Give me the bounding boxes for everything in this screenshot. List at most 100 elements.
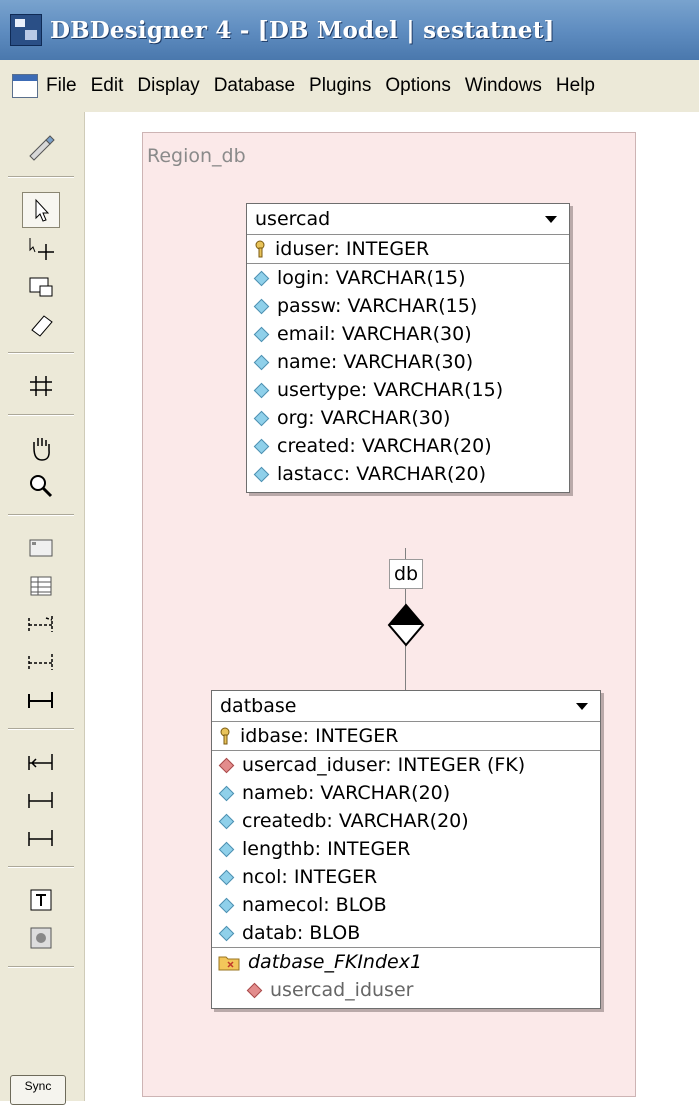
- window-title: DBDesigner 4 - [DB Model | sestatnet]: [50, 16, 555, 44]
- column-label: login: VARCHAR(15): [277, 267, 466, 289]
- column-label: ncol: INTEGER: [242, 866, 378, 888]
- column-row[interactable]: namecol: BLOB: [212, 891, 600, 919]
- eraser-icon[interactable]: [22, 306, 60, 342]
- column-row[interactable]: lastacc: VARCHAR(20): [247, 460, 569, 488]
- toolbar-separator: [8, 414, 74, 416]
- table-usercad[interactable]: usercad iduser: INTEGER login: VARCHAR(1…: [246, 203, 570, 493]
- column-row[interactable]: nameb: VARCHAR(20): [212, 779, 600, 807]
- document-icon[interactable]: [12, 74, 38, 98]
- index-column-row[interactable]: usercad_iduser: [212, 976, 600, 1004]
- columns-section: login: VARCHAR(15) passw: VARCHAR(15) em…: [247, 264, 569, 492]
- column-diamond-icon: [253, 270, 270, 286]
- resize-icon[interactable]: [22, 268, 60, 304]
- relation-diamond-icon: [387, 603, 425, 647]
- table-header[interactable]: datbase: [212, 691, 600, 722]
- toolbar-separator: [8, 866, 74, 868]
- app-icon[interactable]: [10, 14, 42, 46]
- column-row[interactable]: login: VARCHAR(15): [247, 264, 569, 292]
- menu-windows[interactable]: Windows: [465, 75, 542, 97]
- column-label: datab: BLOB: [242, 922, 361, 944]
- column-diamond-icon: [218, 813, 235, 829]
- dropdown-arrow-icon[interactable]: [545, 215, 557, 223]
- zoom-icon[interactable]: [22, 468, 60, 504]
- toolbar-separator: [8, 728, 74, 730]
- toolbar-separator: [8, 352, 74, 354]
- column-diamond-icon: [218, 925, 235, 941]
- table-header[interactable]: usercad: [247, 204, 569, 235]
- relation-1n-sub-icon[interactable]: [22, 644, 60, 680]
- column-row[interactable]: usertype: VARCHAR(15): [247, 376, 569, 404]
- pointer-icon[interactable]: [22, 192, 60, 228]
- pk-section: iduser: INTEGER: [247, 235, 569, 264]
- relation-link-icon[interactable]: [22, 820, 60, 856]
- column-row[interactable]: createdb: VARCHAR(20): [212, 807, 600, 835]
- column-diamond-icon: [218, 869, 235, 885]
- menu-plugins[interactable]: Plugins: [309, 75, 371, 97]
- column-row[interactable]: created: VARCHAR(20): [247, 432, 569, 460]
- index-row[interactable]: datbase_FKIndex1: [212, 948, 600, 976]
- menu-help[interactable]: Help: [556, 75, 595, 97]
- column-row[interactable]: ncol: INTEGER: [212, 863, 600, 891]
- column-label: created: VARCHAR(20): [277, 435, 492, 457]
- relation-nm-icon[interactable]: [22, 744, 60, 780]
- column-label: usercad_iduser: INTEGER (FK): [242, 754, 526, 776]
- column-diamond-icon: [218, 785, 235, 801]
- menu-edit[interactable]: Edit: [91, 75, 124, 97]
- columns-section: usercad_iduser: INTEGER (FK) nameb: VARC…: [212, 751, 600, 947]
- column-diamond-icon: [218, 897, 235, 913]
- index-name: datbase_FKIndex1: [248, 951, 423, 973]
- menu-options[interactable]: Options: [385, 75, 450, 97]
- column-diamond-icon: [253, 410, 270, 426]
- column-label: nameb: VARCHAR(20): [242, 782, 451, 804]
- column-diamond-icon: [253, 326, 270, 342]
- table-datbase[interactable]: datbase idbase: INTEGER usercad_iduser: …: [211, 690, 601, 1009]
- column-label: usertype: VARCHAR(15): [277, 379, 504, 401]
- column-label: lengthb: INTEGER: [242, 838, 411, 860]
- foreign-key-diamond-icon: [218, 757, 235, 773]
- column-diamond-icon: [253, 466, 270, 482]
- pk-section: idbase: INTEGER: [212, 722, 600, 751]
- column-diamond-icon: [253, 298, 270, 314]
- menu-bar: File Edit Display Database Plugins Optio…: [0, 60, 699, 113]
- table-name: datbase: [220, 695, 297, 717]
- relation-1-1-sub-icon[interactable]: [22, 782, 60, 818]
- table-icon[interactable]: [22, 568, 60, 604]
- hand-icon[interactable]: [22, 430, 60, 466]
- column-diamond-icon: [253, 382, 270, 398]
- dropdown-arrow-icon[interactable]: [576, 702, 588, 710]
- grid-icon[interactable]: [22, 368, 60, 404]
- menu-display[interactable]: Display: [137, 75, 199, 97]
- column-row[interactable]: usercad_iduser: INTEGER (FK): [212, 751, 600, 779]
- title-bar: DBDesigner 4 - [DB Model | sestatnet]: [0, 0, 699, 60]
- index-section: datbase_FKIndex1 usercad_iduser: [212, 947, 600, 1008]
- note-icon[interactable]: [22, 882, 60, 918]
- column-row[interactable]: iduser: INTEGER: [247, 235, 569, 263]
- table-name: usercad: [255, 208, 331, 230]
- primary-key-icon: [255, 240, 265, 258]
- column-row[interactable]: idbase: INTEGER: [212, 722, 600, 750]
- move-icon[interactable]: [22, 230, 60, 266]
- primary-key-icon: [220, 727, 230, 745]
- column-row[interactable]: org: VARCHAR(30): [247, 404, 569, 432]
- menu-file[interactable]: File: [46, 75, 77, 97]
- column-diamond-icon: [253, 438, 270, 454]
- column-label: iduser: INTEGER: [275, 238, 430, 260]
- column-row[interactable]: name: VARCHAR(30): [247, 348, 569, 376]
- foreign-key-diamond-icon: [246, 982, 263, 998]
- relation-11-icon[interactable]: [22, 682, 60, 718]
- relation-label[interactable]: db: [389, 559, 424, 589]
- column-row[interactable]: passw: VARCHAR(15): [247, 292, 569, 320]
- column-row[interactable]: email: VARCHAR(30): [247, 320, 569, 348]
- menu-database[interactable]: Database: [214, 75, 295, 97]
- column-label: lastacc: VARCHAR(20): [277, 463, 487, 485]
- toolbar-separator: [8, 514, 74, 516]
- column-row[interactable]: lengthb: INTEGER: [212, 835, 600, 863]
- tool-palette: Sync: [0, 112, 85, 1105]
- pen-icon[interactable]: [22, 130, 60, 166]
- model-canvas[interactable]: Region_db usercad iduser: INTEGER login:…: [85, 112, 699, 1101]
- column-label: createdb: VARCHAR(20): [242, 810, 469, 832]
- region-icon[interactable]: [22, 530, 60, 566]
- image-icon[interactable]: [22, 920, 60, 956]
- relation-1n-icon[interactable]: [22, 606, 60, 642]
- column-row[interactable]: datab: BLOB: [212, 919, 600, 947]
